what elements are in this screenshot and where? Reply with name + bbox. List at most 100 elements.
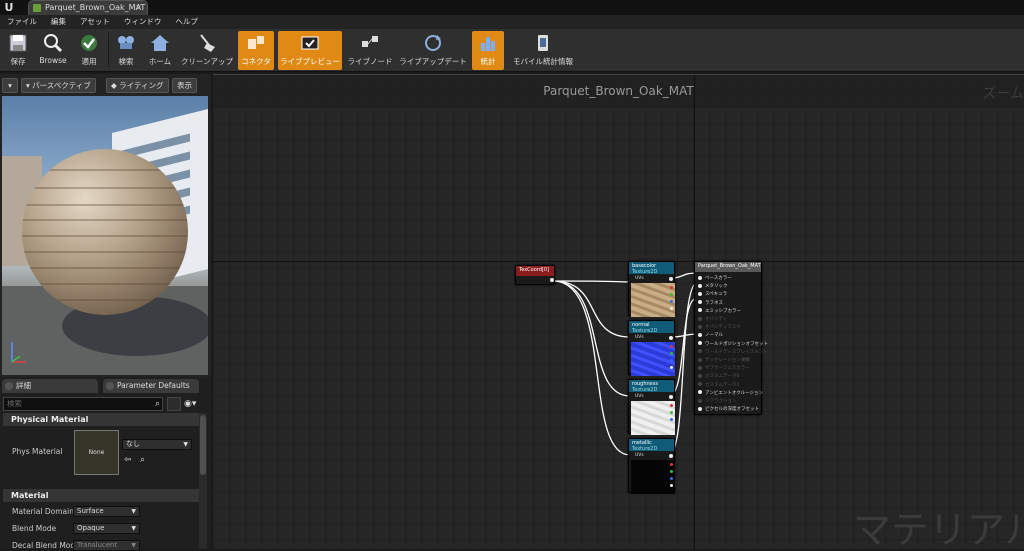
channel-output-pin[interactable] [670, 477, 673, 480]
live-preview-button[interactable]: ライブプレビュー [278, 31, 342, 70]
channel-output-pin[interactable] [670, 411, 673, 414]
apply-button[interactable]: 適用 [74, 31, 104, 70]
texture-sample-node-roughness[interactable]: roughness Texture2D UVs [628, 379, 675, 435]
material-input-pin[interactable]: サブサーフェスカラー [698, 365, 750, 373]
channel-output-pin[interactable] [670, 463, 673, 466]
details-scrollbar[interactable] [199, 413, 207, 549]
details-search-input[interactable]: 検索 ⌕ [3, 397, 163, 411]
channel-output-pin[interactable] [670, 470, 673, 473]
rgb-output-pin[interactable] [669, 454, 673, 458]
channel-output-pin[interactable] [670, 345, 673, 348]
perspective-button[interactable]: ▾ パースペクティブ [21, 78, 96, 93]
material-input-pin[interactable]: ラフネス [698, 300, 723, 308]
cleanup-icon [200, 34, 215, 52]
texture-sample-node-basecolor[interactable]: basecolor Texture2D UVs [628, 261, 675, 317]
material-input-pin[interactable]: ノーマル [698, 332, 723, 340]
material-input-pin[interactable]: テッセレーション乗数 [698, 357, 750, 365]
material-input-pin[interactable]: オパシティ [698, 316, 727, 324]
material-input-pin[interactable]: カスタムデータ0 [698, 373, 739, 381]
menu-window[interactable]: ウィンドウ [117, 15, 169, 29]
menu-edit[interactable]: 編集 [44, 15, 73, 29]
rgb-output-pin[interactable] [669, 395, 673, 399]
channel-output-pin[interactable] [670, 307, 673, 310]
channel-output-pin[interactable] [670, 404, 673, 407]
live-node-icon [362, 36, 378, 47]
cleanup-button[interactable]: クリーンアップ [180, 31, 234, 70]
channel-output-pin[interactable] [670, 359, 673, 362]
close-tab-icon[interactable]: × [135, 1, 142, 15]
channel-output-pin[interactable] [670, 293, 673, 296]
material-input-pin[interactable]: オパシティマスク [698, 324, 741, 332]
texture-preview-roughness [631, 401, 675, 435]
decal-blend-select[interactable]: Translucent ▼ [73, 540, 140, 551]
blend-mode-select[interactable]: Opaque ▼ [73, 523, 140, 534]
phys-material-select[interactable]: なし ▼ [122, 439, 192, 450]
channel-output-pin[interactable] [670, 418, 673, 421]
document-tab[interactable]: Parquet_Brown_Oak_MAT × [28, 0, 148, 15]
channel-output-pin[interactable] [670, 366, 673, 369]
rgb-output-pin[interactable] [669, 277, 673, 281]
search-button[interactable]: 検索 [112, 31, 140, 70]
menu-file[interactable]: ファイル [0, 15, 44, 29]
chevron-down-icon: ▼ [131, 525, 136, 532]
material-graph-canvas[interactable]: Parquet_Brown_Oak_MAT ズーム マテリアル TexCoord… [213, 74, 1024, 549]
details-panel: 詳細 Parameter Defaults 検索 ⌕ ◉▾ Physical Ma… [0, 377, 211, 551]
live-node-button[interactable]: ライブノード [346, 31, 394, 70]
toolbar-separator [108, 33, 109, 67]
material-input-pin[interactable]: リフラクション [698, 398, 737, 406]
phys-material-thumbnail[interactable]: None [74, 430, 119, 475]
browse-search-icon[interactable]: ⌕ [140, 455, 145, 465]
texture-sample-node-metallic[interactable]: metallic Texture2D UVs [628, 438, 675, 494]
material-result-node[interactable]: Parquet_Brown_Oak_MAT ベースカラー メタリック スペキュラ ラフ… [694, 261, 768, 415]
menu-asset[interactable]: アセット [73, 15, 117, 29]
input-pin-icon [698, 398, 702, 403]
stats-icon [481, 37, 495, 51]
save-button[interactable]: 保存 [4, 31, 32, 70]
input-pin-icon [698, 365, 702, 370]
material-input-pin[interactable]: カスタムデータ1 [698, 382, 739, 390]
material-input-pin[interactable]: エミッシブカラー [698, 308, 741, 316]
input-pin-icon [698, 332, 702, 337]
channel-output-pin[interactable] [670, 300, 673, 303]
show-button[interactable]: 表示 [172, 78, 197, 93]
material-input-pin[interactable]: ワールドポジションオフセット [698, 341, 768, 349]
material-input-pin[interactable]: メタリック [698, 283, 728, 291]
section-material[interactable]: Material [3, 489, 199, 502]
channel-output-pin[interactable] [670, 286, 673, 289]
eye-visibility-icon[interactable]: ◉▾ [184, 397, 200, 411]
output-pin[interactable] [550, 278, 554, 282]
material-input-pin[interactable]: アンビエントオクルージョン [698, 390, 763, 398]
view-options-grid-icon[interactable] [167, 397, 181, 411]
texture-sample-node-normal[interactable]: normal Texture2D UVs [628, 320, 675, 376]
browse-button[interactable]: Browse [36, 31, 70, 70]
rgb-output-pin[interactable] [669, 336, 673, 340]
material-input-pin[interactable]: スペキュラ [698, 291, 727, 299]
use-selected-arrow-icon[interactable]: ⇦ [124, 455, 132, 465]
tab-parameter-defaults[interactable]: Parameter Defaults [103, 379, 199, 393]
material-domain-select[interactable]: Surface ▼ [73, 506, 140, 517]
viewport-options-button[interactable]: ▾ [2, 78, 18, 93]
menu-help[interactable]: ヘルプ [168, 15, 205, 29]
apply-icon [81, 35, 97, 51]
home-icon [151, 35, 169, 51]
home-button[interactable]: ホーム [144, 31, 176, 70]
stats-button[interactable]: 統計 [472, 31, 504, 70]
mobile-stats-button[interactable]: モバイル統計情報 [508, 31, 578, 70]
channel-output-pin[interactable] [670, 425, 673, 428]
live-update-icon [425, 35, 441, 51]
lighting-button[interactable]: ◆ ライティング [106, 78, 169, 93]
input-pin-icon [698, 357, 702, 362]
input-label: ワールドディスプレイスメント [705, 349, 768, 355]
input-label: テッセレーション乗数 [705, 358, 750, 363]
tab-details[interactable]: 詳細 [2, 379, 98, 393]
texcoord-node[interactable]: TexCoord[0] [515, 265, 555, 285]
material-preview-viewport[interactable] [2, 96, 208, 375]
section-physical-material[interactable]: Physical Material [3, 413, 199, 426]
connector-button[interactable]: コネクタ [238, 31, 274, 70]
channel-output-pin[interactable] [670, 484, 673, 487]
live-update-button[interactable]: ライブアップデート [398, 31, 468, 70]
channel-output-pin[interactable] [670, 352, 673, 355]
material-input-pin[interactable]: ベースカラー [698, 275, 732, 283]
material-input-pin[interactable]: ピクセルの深度オフセット [698, 406, 759, 414]
material-input-pin[interactable]: ワールドディスプレイスメント [698, 349, 768, 357]
